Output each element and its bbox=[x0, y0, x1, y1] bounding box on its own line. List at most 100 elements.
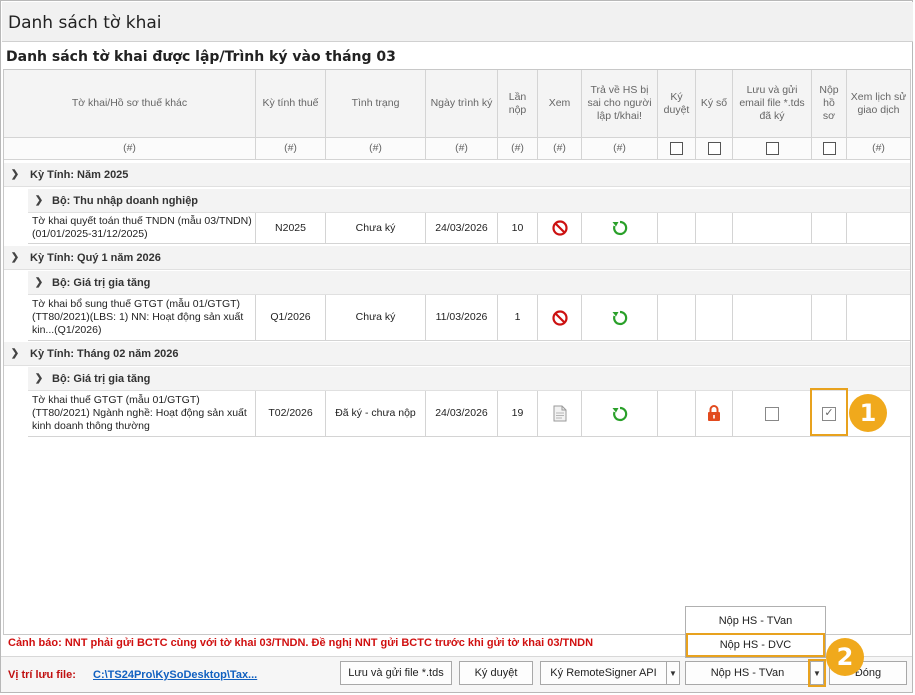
filter-tra-ve[interactable]: (#) bbox=[582, 138, 658, 160]
collapse-chevron-icon[interactable]: ❯ bbox=[32, 373, 46, 384]
group-row-3[interactable]: ❯ Kỳ Tính: Tháng 02 năm 2026 bbox=[4, 342, 910, 366]
filter-luu-gui-cell bbox=[733, 138, 812, 160]
table-row-3-ky-duyet bbox=[658, 391, 696, 437]
step-badge-2: 2 bbox=[826, 638, 864, 676]
highlight-box-1 bbox=[810, 388, 848, 436]
col-header-ky-so[interactable]: Ký số bbox=[696, 70, 733, 138]
collapse-chevron-icon[interactable]: ❯ bbox=[8, 169, 22, 180]
col-header-lan-nop[interactable]: Lần nộp bbox=[498, 70, 538, 138]
col-header-ky-duyet[interactable]: Ký duyệt bbox=[658, 70, 696, 138]
table-row-1-history bbox=[847, 213, 910, 244]
remote-signer-dropdown-icon[interactable]: ▼ bbox=[666, 661, 680, 685]
col-header-ky-tinh-thue[interactable]: Kỳ tính thuế bbox=[256, 70, 326, 138]
approve-button[interactable]: Ký duyệt bbox=[459, 661, 533, 685]
save-path-label: Vị trí lưu file: bbox=[8, 669, 76, 681]
filter-ky-so-cell bbox=[696, 138, 733, 160]
col-header-nop-ho-so[interactable]: Nộp hồ sơ bbox=[812, 70, 847, 138]
collapse-chevron-icon[interactable]: ❯ bbox=[8, 252, 22, 263]
declarations-grid: Tờ khai/Hồ sơ thuế khác Kỳ tính thuế Tìn… bbox=[3, 69, 911, 635]
table-row-2-history bbox=[847, 295, 910, 341]
table-row-1-date: 24/03/2026 bbox=[426, 213, 498, 244]
subgroup-label-1: Bộ: Thu nhập doanh nghiệp bbox=[52, 194, 199, 207]
table-row-1-ky-so bbox=[696, 213, 733, 244]
submit-dropdown-menu: Nộp HS - TVan Nộp HS - DVC bbox=[685, 606, 826, 658]
table-row-3-ky-so-cell bbox=[696, 391, 733, 437]
filter-nop-ho-so-checkbox[interactable] bbox=[822, 142, 836, 155]
table-row-3-name[interactable]: Tờ khai thuế GTGT (mẫu 01/GTGT)(TT80/202… bbox=[28, 391, 256, 437]
filter-to-khai[interactable]: (#) bbox=[4, 138, 256, 160]
group-row-1[interactable]: ❯ Kỳ Tính: Năm 2025 bbox=[4, 163, 910, 187]
table-row-3-status: Đã ký - chưa nộp bbox=[326, 391, 426, 437]
subgroup-row-2[interactable]: ❯ Bộ: Giá trị gia tăng bbox=[28, 271, 910, 295]
refresh-icon[interactable] bbox=[611, 309, 629, 327]
collapse-chevron-icon[interactable]: ❯ bbox=[32, 195, 46, 206]
table-row-1-view-cell bbox=[538, 213, 582, 244]
col-header-xem[interactable]: Xem bbox=[538, 70, 582, 138]
table-row-1-luu-gui bbox=[733, 213, 812, 244]
table-row-3-return-cell bbox=[582, 391, 658, 437]
row-3-luu-gui-checkbox[interactable] bbox=[765, 406, 779, 421]
collapse-chevron-icon[interactable]: ❯ bbox=[32, 277, 46, 288]
table-row-2-count: 1 bbox=[498, 295, 538, 341]
table-row-1-return-cell bbox=[582, 213, 658, 244]
menu-item-submit-tvan[interactable]: Nộp HS - TVan bbox=[686, 609, 825, 633]
table-row-1-nop bbox=[812, 213, 847, 244]
filter-xem[interactable]: (#) bbox=[538, 138, 582, 160]
table-row-2-name[interactable]: Tờ khai bổ sung thuế GTGT (mẫu 01/GTGT)(… bbox=[28, 295, 256, 341]
refresh-icon[interactable] bbox=[611, 405, 629, 423]
table-row-1-count: 10 bbox=[498, 213, 538, 244]
page-subtitle: Danh sách tờ khai được lập/Trình ký vào … bbox=[6, 49, 396, 65]
step-badge-1: 1 bbox=[849, 394, 887, 432]
filter-ky-so-checkbox[interactable] bbox=[707, 142, 721, 155]
lock-icon[interactable] bbox=[707, 405, 721, 422]
table-row-3-date: 24/03/2026 bbox=[426, 391, 498, 437]
table-row-2-luu-gui bbox=[733, 295, 812, 341]
remote-signer-button[interactable]: Ký RemoteSigner API bbox=[540, 661, 667, 685]
table-row-1-ky-duyet bbox=[658, 213, 696, 244]
group-label-3: Kỳ Tính: Tháng 02 năm 2026 bbox=[30, 347, 179, 360]
no-entry-icon[interactable] bbox=[551, 309, 568, 326]
filter-ngay-trinh-ky[interactable]: (#) bbox=[426, 138, 498, 160]
collapse-chevron-icon[interactable]: ❯ bbox=[8, 348, 22, 359]
save-send-button[interactable]: Lưu và gửi file *.tds bbox=[340, 661, 452, 685]
col-header-tra-ve[interactable]: Trả về HS bị sai cho người lập t/khai! bbox=[582, 70, 658, 138]
col-header-ngay-trinh-ky[interactable]: Ngày trình ký bbox=[426, 70, 498, 138]
table-row-3-count: 19 bbox=[498, 391, 538, 437]
table-row-2-ky-duyet bbox=[658, 295, 696, 341]
refresh-icon[interactable] bbox=[611, 219, 629, 237]
group-row-2[interactable]: ❯ Kỳ Tính: Quý 1 năm 2026 bbox=[4, 246, 910, 270]
col-header-to-khai[interactable]: Tờ khai/Hồ sơ thuế khác bbox=[4, 70, 256, 138]
subgroup-row-1[interactable]: ❯ Bộ: Thu nhập doanh nghiệp bbox=[28, 189, 910, 213]
document-icon[interactable] bbox=[553, 405, 567, 422]
table-row-3-ky: T02/2026 bbox=[256, 391, 326, 437]
table-row-2-return-cell bbox=[582, 295, 658, 341]
filter-nop-ho-so-cell bbox=[812, 138, 847, 160]
subgroup-row-3[interactable]: ❯ Bộ: Giá trị gia tăng bbox=[28, 367, 910, 391]
no-entry-icon[interactable] bbox=[551, 220, 568, 236]
filter-ky-tinh-thue[interactable]: (#) bbox=[256, 138, 326, 160]
filter-ky-duyet-cell bbox=[658, 138, 696, 160]
save-path-link[interactable]: C:\TS24Pro\KySoDesktop\Tax... bbox=[93, 669, 257, 681]
filter-lan-nop[interactable]: (#) bbox=[498, 138, 538, 160]
col-header-xem-lich-su[interactable]: Xem lịch sử giao dịch bbox=[847, 70, 910, 138]
subgroup-label-3: Bộ: Giá trị gia tăng bbox=[52, 372, 151, 385]
table-row-1-ky: N2025 bbox=[256, 213, 326, 244]
col-header-luu-gui[interactable]: Lưu và gửi email file *.tds đã ký bbox=[733, 70, 812, 138]
table-row-2-ky-so bbox=[696, 295, 733, 341]
window-title: Danh sách tờ khai bbox=[8, 13, 162, 33]
filter-ky-duyet-checkbox[interactable] bbox=[670, 142, 683, 155]
table-row-1-status: Chưa ký bbox=[326, 213, 426, 244]
filter-xem-lich-su[interactable]: (#) bbox=[847, 138, 910, 160]
menu-item-submit-dvc[interactable]: Nộp HS - DVC bbox=[686, 633, 825, 657]
filter-tinh-trang[interactable]: (#) bbox=[326, 138, 426, 160]
filter-luu-gui-checkbox[interactable] bbox=[765, 142, 779, 155]
col-header-tinh-trang[interactable]: Tình trạng bbox=[326, 70, 426, 138]
table-row-3-view-cell bbox=[538, 391, 582, 437]
table-row-1-name[interactable]: Tờ khai quyết toán thuế TNDN (mẫu 03/TND… bbox=[28, 213, 256, 244]
group-label-1: Kỳ Tính: Năm 2025 bbox=[30, 168, 129, 181]
submit-tvan-button[interactable]: Nộp HS - TVan bbox=[685, 661, 810, 685]
warning-text: Cảnh báo: NNT phải gửi BCTC cùng với tờ … bbox=[8, 637, 594, 649]
table-row-2-status: Chưa ký bbox=[326, 295, 426, 341]
group-label-2: Kỳ Tính: Quý 1 năm 2026 bbox=[30, 251, 161, 264]
table-row-2-view-cell bbox=[538, 295, 582, 341]
